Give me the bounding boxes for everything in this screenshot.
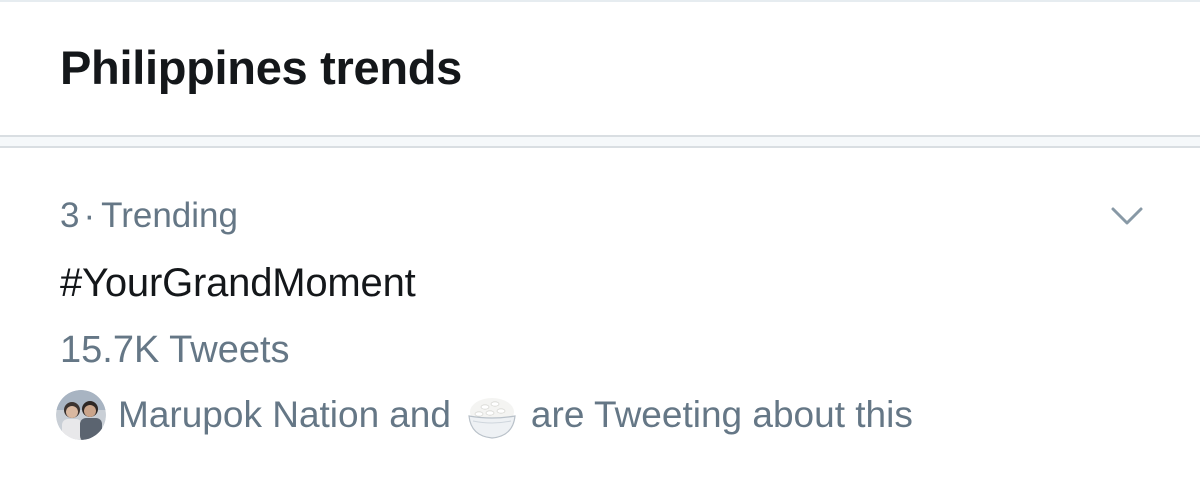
context-suffix: are Tweeting about this — [530, 394, 913, 435]
chevron-down-icon[interactable] — [1107, 200, 1147, 230]
context-connector: and — [389, 394, 451, 435]
context-user-name[interactable]: Marupok Nation — [118, 394, 379, 436]
trend-rank: 3 — [60, 196, 80, 235]
rice-bowl-icon — [468, 398, 516, 439]
social-context: Marupok Nation and are Tweeting about th… — [56, 388, 913, 442]
trend-category: Trending — [101, 196, 238, 235]
meta-separator: · — [83, 196, 96, 235]
avatar[interactable] — [56, 390, 106, 440]
page-title: Philippines trends — [60, 41, 462, 94]
trend-name[interactable]: #YourGrandMoment — [60, 261, 416, 306]
tweet-count: 15.7K Tweets — [60, 329, 290, 371]
section-gap — [0, 137, 1200, 146]
page-header: Philippines trends — [0, 2, 1200, 136]
trends-page: Philippines trends 3 · Trending #YourGrand… — [0, 0, 1200, 482]
trend-item[interactable]: 3 · Trending #YourGrandMoment 15.7K Tweets — [0, 148, 1200, 482]
trend-meta: 3 · Trending — [60, 196, 238, 236]
